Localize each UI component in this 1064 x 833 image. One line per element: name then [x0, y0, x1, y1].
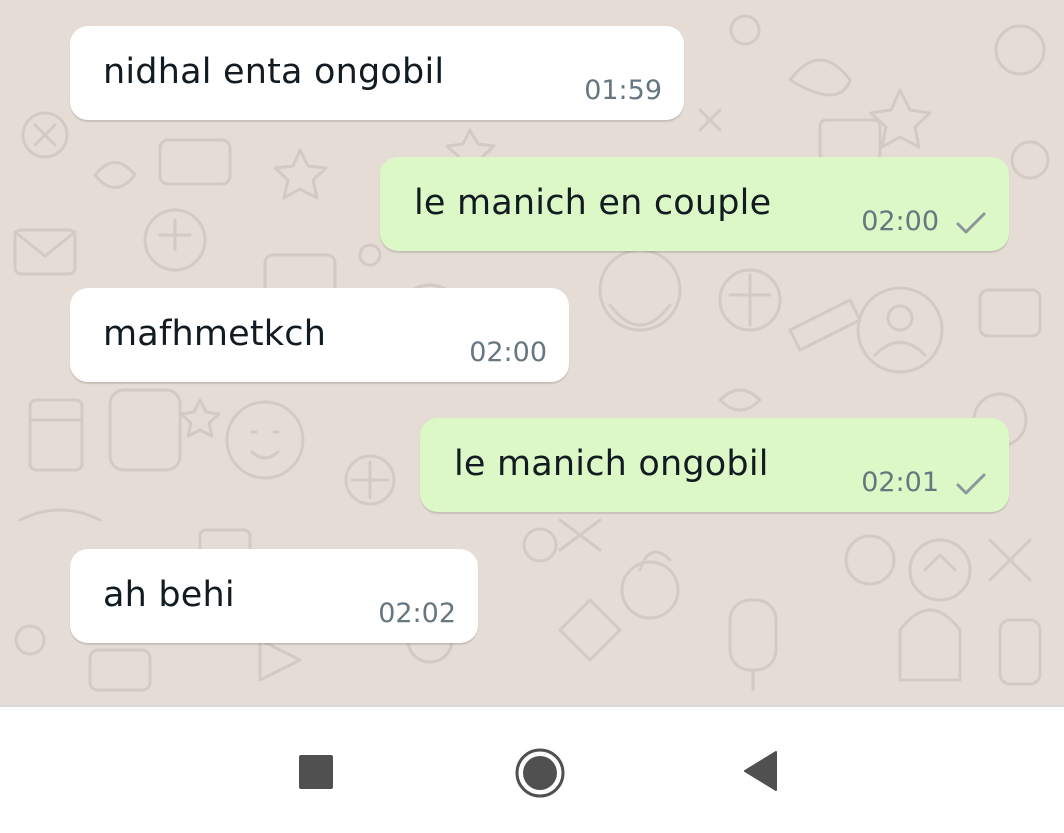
- home-circle-icon[interactable]: [514, 747, 566, 799]
- system-navigation-bar: [0, 705, 1064, 833]
- back-triangle-icon[interactable]: [742, 750, 778, 792]
- message-text: mafhmetkch: [103, 314, 327, 354]
- chat-area[interactable]: nidhal enta ongobil 01:59 le manich en c…: [0, 0, 1064, 705]
- sent-check-icon: [956, 212, 986, 234]
- message-text: le manich en couple: [414, 183, 772, 223]
- message-timestamp: 02:02: [378, 598, 456, 629]
- message-bubble-incoming[interactable]: ah behi 02:02: [70, 549, 478, 643]
- message-timestamp: 01:59: [584, 75, 662, 106]
- message-bubble-incoming[interactable]: mafhmetkch 02:00: [70, 288, 569, 382]
- sent-check-icon: [956, 473, 986, 495]
- message-text: le manich ongobil: [454, 444, 769, 484]
- message-timestamp: 02:01: [861, 467, 939, 498]
- recents-square-icon[interactable]: [299, 755, 333, 789]
- message-bubble-outgoing[interactable]: le manich en couple 02:00: [380, 157, 1009, 251]
- message-text: nidhal enta ongobil: [103, 52, 445, 92]
- message-bubble-incoming[interactable]: nidhal enta ongobil 01:59: [70, 26, 684, 120]
- message-timestamp: 02:00: [861, 206, 939, 237]
- message-text: ah behi: [103, 575, 235, 615]
- message-bubble-outgoing[interactable]: le manich ongobil 02:01: [420, 418, 1009, 512]
- message-timestamp: 02:00: [469, 337, 547, 368]
